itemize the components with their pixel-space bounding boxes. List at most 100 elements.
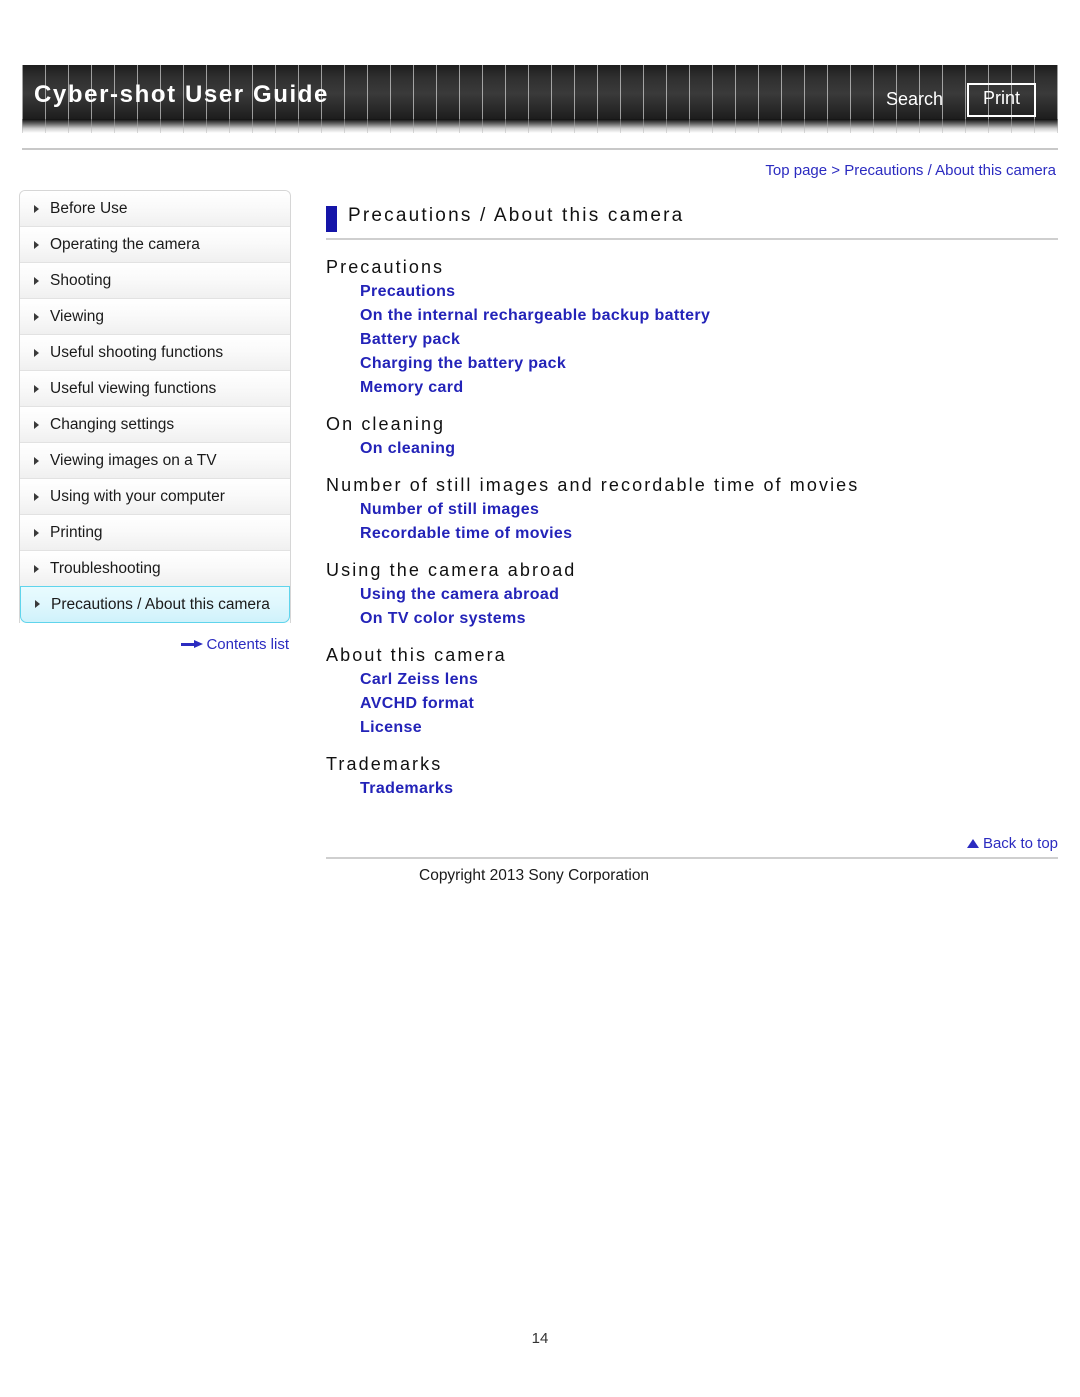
section-link-list: Trademarks [326,780,1058,798]
list-item: On cleaning [326,440,1058,458]
list-item: Carl Zeiss lens [326,671,1058,689]
doc-link[interactable]: Precautions [360,283,455,301]
page-title: Precautions / About this camera [348,205,685,226]
doc-link[interactable]: Carl Zeiss lens [360,671,478,689]
sidebar-item-label: Operating the camera [50,236,200,253]
section-link-list: Carl Zeiss lens AVCHD format License [326,671,1058,737]
sidebar-item-useful-shooting-functions[interactable]: Useful shooting functions [20,335,290,371]
list-item: Recordable time of movies [326,525,1058,543]
triangle-right-icon [34,313,39,321]
section-heading: Trademarks [326,754,443,774]
sidebar-item-label: Viewing [50,308,105,325]
doc-link[interactable]: Battery pack [360,331,460,349]
header-gradient-fade [22,119,1058,133]
sidebar-item-troubleshooting[interactable]: Troubleshooting [20,551,290,587]
section-heading: Using the camera abroad [326,560,577,580]
section-heading: Number of still images and recordable ti… [326,475,860,495]
header-banner: Cyber-shot User Guide Search Print [22,65,1058,133]
sidebar-item-changing-settings[interactable]: Changing settings [20,407,290,443]
print-button[interactable]: Print [966,83,1036,117]
section-link-list: Number of still images Recordable time of… [326,501,1058,543]
doc-link[interactable]: License [360,719,422,737]
triangle-right-icon [34,565,39,573]
main-content: Precautions / About this camera Precauti… [326,205,1058,884]
sidebar: Before Use Operating the camera Shooting Vi… [19,190,291,653]
doc-link[interactable]: On cleaning [360,440,455,458]
section-heading: On cleaning [326,414,446,434]
doc-link[interactable]: AVCHD format [360,695,474,713]
page-title-row: Precautions / About this camera [326,205,1058,240]
section-link-list: On cleaning [326,440,1058,458]
content-section: Trademarks Trademarks [326,754,1058,798]
sidebar-item-useful-viewing-functions[interactable]: Useful viewing functions [20,371,290,407]
sidebar-nav-list: Before Use Operating the camera Shooting Vi… [19,190,291,623]
section-link-list: Using the camera abroad On TV color syste… [326,586,1058,628]
doc-link[interactable]: Memory card [360,379,463,397]
back-to-top-link[interactable]: Back to top [966,835,1058,852]
title-accent-bar [326,206,337,232]
content-section: On cleaning On cleaning [326,414,1058,458]
content-section: About this camera Carl Zeiss lens AVCHD fo… [326,645,1058,737]
breadcrumb-current[interactable]: Precautions / About this camera [844,162,1056,179]
sidebar-item-label: Troubleshooting [50,560,161,577]
doc-link[interactable]: Trademarks [360,780,453,798]
back-to-top-label: Back to top [982,835,1058,852]
list-item: License [326,719,1058,737]
doc-link[interactable]: Number of still images [360,501,539,519]
doc-link[interactable]: Charging the battery pack [360,355,566,373]
search-button[interactable]: Search [886,89,943,110]
doc-link[interactable]: Recordable time of movies [360,525,572,543]
sidebar-item-using-with-your-computer[interactable]: Using with your computer [20,479,290,515]
list-item: Charging the battery pack [326,355,1058,373]
triangle-right-icon [34,277,39,285]
breadcrumb-top-page[interactable]: Top page [765,162,827,179]
sidebar-item-shooting[interactable]: Shooting [20,263,290,299]
doc-link[interactable]: On TV color systems [360,610,526,628]
content-section: Number of still images and recordable ti… [326,475,1058,543]
list-item: Using the camera abroad [326,586,1058,604]
section-link-list: Precautions On the internal rechargeable … [326,283,1058,397]
content-section: Using the camera abroad Using the camera … [326,560,1058,628]
sidebar-item-label: Shooting [50,272,112,289]
list-item: Trademarks [326,780,1058,798]
triangle-up-icon [966,839,979,849]
footer-divider [326,857,1058,859]
sidebar-item-operating-the-camera[interactable]: Operating the camera [20,227,290,263]
sidebar-item-label: Before Use [50,200,128,217]
breadcrumb: Top page > Precautions / About this came… [765,162,1056,179]
guide-title: Cyber-shot User Guide [34,81,329,108]
sidebar-item-label: Useful shooting functions [50,344,224,361]
contents-list-label: Contents list [206,636,289,653]
content-section: Precautions Precautions On the internal re… [326,257,1058,397]
site-header: Cyber-shot User Guide Search Print [22,65,1058,150]
sidebar-item-printing[interactable]: Printing [20,515,290,551]
sections-container: Precautions Precautions On the internal re… [326,257,1058,798]
triangle-right-icon [34,349,39,357]
sidebar-item-viewing[interactable]: Viewing [20,299,290,335]
triangle-right-icon [35,600,40,608]
list-item: On the internal rechargeable backup batt… [326,307,1058,325]
list-item: AVCHD format [326,695,1058,713]
triangle-right-icon [34,385,39,393]
list-item: Battery pack [326,331,1058,349]
contents-list-link[interactable]: Contents list [19,636,291,653]
breadcrumb-separator: > [831,162,841,179]
sidebar-item-precautions-about-this-camera[interactable]: Precautions / About this camera [20,586,290,623]
list-item: Number of still images [326,501,1058,519]
sidebar-item-label: Using with your computer [50,488,225,505]
sidebar-item-label: Precautions / About this camera [51,596,270,613]
sidebar-item-label: Printing [50,524,103,541]
sidebar-item-viewing-images-on-a-tv[interactable]: Viewing images on a TV [20,443,290,479]
triangle-right-icon [34,529,39,537]
list-item: Memory card [326,379,1058,397]
copyright-text: Copyright 2013 Sony Corporation [419,867,650,884]
section-heading: About this camera [326,645,507,665]
triangle-right-icon [34,205,39,213]
list-item: On TV color systems [326,610,1058,628]
doc-link[interactable]: On the internal rechargeable backup batt… [360,307,710,325]
sidebar-item-before-use[interactable]: Before Use [20,191,290,227]
arrow-right-icon [181,639,204,649]
triangle-right-icon [34,457,39,465]
doc-link[interactable]: Using the camera abroad [360,586,559,604]
sidebar-item-label: Useful viewing functions [50,380,217,397]
